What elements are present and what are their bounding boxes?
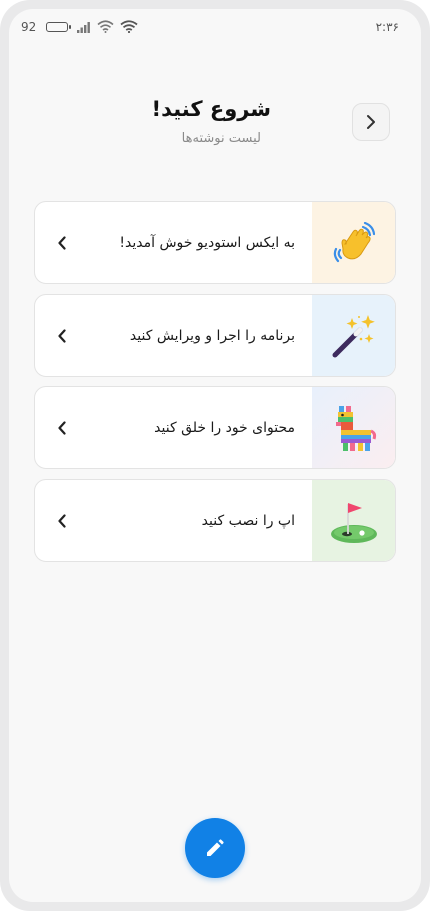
magic-wand-icon bbox=[332, 314, 375, 357]
card-thumbnail bbox=[312, 202, 395, 283]
golf-flag-icon bbox=[330, 502, 377, 543]
chevron-right-icon bbox=[367, 115, 375, 129]
card-label: محتوای خود را خلق کنید bbox=[154, 419, 295, 436]
page-title: شروع کنید! bbox=[151, 97, 272, 121]
card-label: به ایکس استودیو خوش آمدید! bbox=[119, 234, 295, 251]
list-item-run-edit[interactable]: برنامه را اجرا و ویرایش کنید bbox=[34, 294, 396, 377]
pinata-icon bbox=[335, 405, 376, 451]
chevron-left-icon bbox=[58, 421, 66, 435]
battery-icon bbox=[46, 22, 71, 32]
chevron-left-icon bbox=[58, 514, 66, 528]
card-thumbnail bbox=[312, 480, 395, 561]
card-label: اپ را نصب کنید bbox=[201, 512, 295, 529]
status-bar: 92 ۲:۳۶ bbox=[9, 9, 421, 47]
waving-hand-icon bbox=[333, 221, 375, 262]
pencil-icon bbox=[207, 839, 224, 856]
wifi-icon bbox=[120, 20, 138, 33]
card-thumbnail bbox=[312, 387, 395, 468]
screen: 92 ۲:۳۶ bbox=[9, 9, 421, 902]
device-frame: 92 ۲:۳۶ bbox=[0, 0, 430, 911]
chevron-left-icon bbox=[58, 329, 66, 343]
card-label: برنامه را اجرا و ویرایش کنید bbox=[129, 327, 295, 344]
battery-percent: 92 bbox=[21, 20, 37, 34]
page-subtitle: لیست نوشته‌ها bbox=[181, 131, 261, 146]
compose-button[interactable] bbox=[185, 818, 245, 878]
card-thumbnail bbox=[312, 295, 395, 376]
list-item-welcome[interactable]: به ایکس استودیو خوش آمدید! bbox=[34, 201, 396, 284]
status-time: ۲:۳۶ bbox=[375, 20, 399, 34]
wifi-icon bbox=[97, 20, 114, 33]
chevron-left-icon bbox=[58, 236, 66, 250]
signal-icon bbox=[77, 22, 90, 33]
back-button[interactable] bbox=[352, 103, 390, 141]
list-item-create-content[interactable]: محتوای خود را خلق کنید bbox=[34, 386, 396, 469]
list-item-install-app[interactable]: اپ را نصب کنید bbox=[34, 479, 396, 562]
